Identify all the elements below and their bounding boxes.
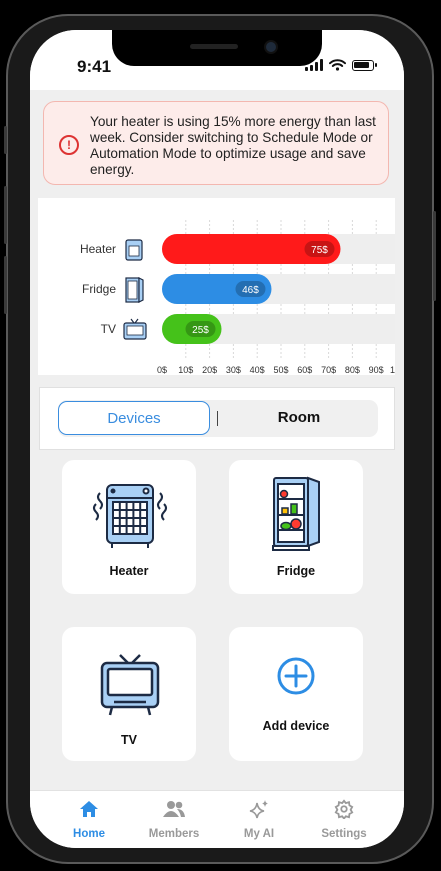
nav-item-members[interactable]: Members xyxy=(134,799,214,840)
bottom-nav: Home Members My AI Settings xyxy=(30,790,404,848)
tv-mini-antenna xyxy=(130,318,135,324)
status-time: 9:41 xyxy=(77,57,112,76)
status-bar: 9:41 xyxy=(30,30,404,90)
device-label-heater: Heater xyxy=(109,564,149,578)
category-label-fridge: Fridge xyxy=(82,282,116,296)
notch xyxy=(112,30,322,66)
heater-icon xyxy=(93,484,167,548)
x-tick-label: 20$ xyxy=(202,365,217,375)
battery-icon xyxy=(352,59,377,71)
x-tick-label: 100$ xyxy=(390,365,395,375)
fridge-mini-door xyxy=(138,277,144,303)
status-icons xyxy=(305,59,377,71)
nav-label-my-ai: My AI xyxy=(243,828,275,840)
nav-item-my-ai[interactable]: My AI xyxy=(219,799,299,840)
x-tick-label: 0$ xyxy=(157,365,167,375)
power-button xyxy=(433,211,436,301)
segment-divider xyxy=(217,411,218,426)
tab-room[interactable]: Room xyxy=(220,401,378,435)
device-card-heater[interactable]: Heater xyxy=(62,460,196,594)
sparkle-icon xyxy=(249,800,268,819)
x-tick-label: 60$ xyxy=(297,365,312,375)
device-label-tv: TV xyxy=(121,733,137,747)
device-card-tv[interactable]: TV xyxy=(62,627,196,761)
app-screen: 9:41 ! Your heater is using 15% more ene… xyxy=(30,30,404,848)
fridge-mini-inner xyxy=(127,280,138,300)
fridge-icon xyxy=(272,476,320,551)
tv-icon xyxy=(100,654,160,716)
speaker xyxy=(190,44,238,49)
nav-label-home: Home xyxy=(73,828,105,840)
signal-icon xyxy=(305,59,323,71)
members-icon xyxy=(163,801,185,817)
nav-label-settings: Settings xyxy=(321,828,367,840)
x-tick-label: 90$ xyxy=(369,365,384,375)
nav-label-members: Members xyxy=(148,828,200,840)
heater-mini-grid xyxy=(128,245,140,257)
x-tick-label: 80$ xyxy=(345,365,360,375)
view-segment-control: Devices Room xyxy=(39,387,395,450)
category-label-tv: TV xyxy=(101,322,116,336)
value-label-tv: 25$ xyxy=(192,325,209,336)
add-device-label: Add device xyxy=(262,719,330,733)
device-card-fridge[interactable]: Fridge xyxy=(229,460,363,594)
x-tick-label: 40$ xyxy=(250,365,265,375)
add-circle-icon xyxy=(277,657,315,695)
device-label-fridge: Fridge xyxy=(276,564,316,578)
front-camera xyxy=(264,40,278,54)
home-icon xyxy=(80,801,98,817)
volume-down-button xyxy=(4,256,7,314)
energy-alert: ! Your heater is using 15% more energy t… xyxy=(43,101,389,185)
value-label-fridge: 46$ xyxy=(242,285,259,296)
mute-switch xyxy=(4,126,7,154)
nav-item-settings[interactable]: Settings xyxy=(304,799,384,840)
tab-devices[interactable]: Devices xyxy=(58,401,210,435)
category-label-heater: Heater xyxy=(80,242,116,256)
tv-mini-antenna xyxy=(134,318,139,324)
x-tick-label: 70$ xyxy=(321,365,336,375)
x-tick-label: 30$ xyxy=(226,365,241,375)
value-label-heater: 75$ xyxy=(311,245,328,256)
energy-cost-chart: 75$ Heater 46$ Fridge 25$ TV 0$ 10$ 20$ 30$ 40$ 50$… xyxy=(38,198,395,375)
nav-item-home[interactable]: Home xyxy=(49,799,129,840)
wifi-icon xyxy=(329,59,346,71)
x-tick-label: 10$ xyxy=(178,365,193,375)
add-device-card[interactable]: Add device xyxy=(229,627,363,761)
gear-icon xyxy=(334,799,354,821)
tv-mini-screen xyxy=(126,325,144,336)
alert-message: Your heater is using 15% more energy tha… xyxy=(90,114,376,177)
volume-up-button xyxy=(4,186,7,244)
x-tick-label: 50$ xyxy=(273,365,288,375)
info-alert-icon: ! xyxy=(59,135,79,155)
